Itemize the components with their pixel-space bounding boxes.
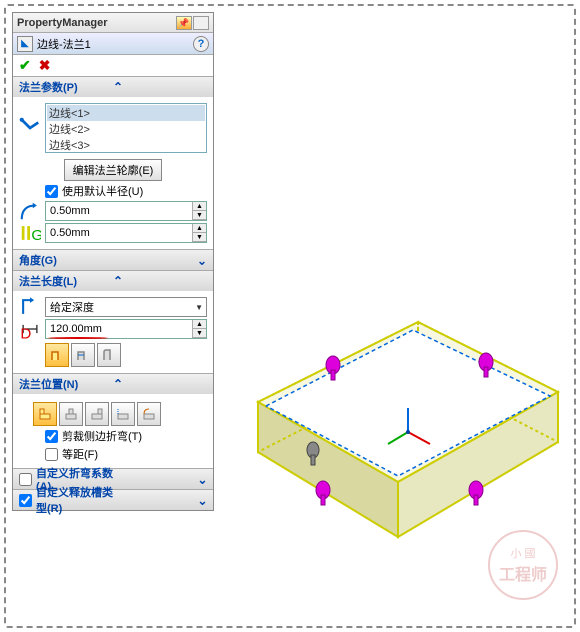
viewport-3d[interactable]: 小 國 工程师 [218,12,568,620]
spin-up[interactable]: ▲ [193,320,206,329]
gap-distance-icon: G [19,223,41,243]
pos-bend-tangent-button[interactable] [137,402,161,426]
pos-material-inside-button[interactable] [33,402,57,426]
edit-flange-profile-button[interactable]: 编辑法兰轮廓(E) [64,159,163,181]
panel-menu-icon[interactable] [193,16,209,30]
radius1-input[interactable]: ▲▼ [45,201,207,221]
chevron-down-icon: ⌃ [122,493,208,507]
section-header-position[interactable]: 法兰位置(N) ⌃ [13,374,213,394]
pm-title: PropertyManager [17,17,176,29]
cancel-button[interactable]: ✖ [39,57,51,74]
custom-bend-allowance-checkbox[interactable] [19,473,32,486]
length-ref-outer-button[interactable] [45,343,69,367]
pos-bend-outside-button[interactable] [85,402,109,426]
watermark: 小 國 工程师 [488,530,558,600]
spin-down[interactable]: ▼ [193,211,206,220]
edge-listbox[interactable]: 边线<1> 边线<2> 边线<3> [45,103,207,153]
equal-offset-checkbox[interactable] [45,448,58,461]
radius2-input[interactable]: ▲▼ [45,223,207,243]
chevron-down-icon: ⌃ [122,472,208,486]
pm-header: PropertyManager 📌 [13,13,213,33]
ok-button[interactable]: ✔ [19,57,31,74]
spin-down[interactable]: ▼ [193,329,206,338]
pos-virtual-sharp-button[interactable] [111,402,135,426]
trim-side-bends-checkbox[interactable] [45,430,58,443]
help-icon[interactable]: ? [193,36,209,52]
section-header-angle[interactable]: 角度(G) ⌃ [13,250,213,270]
bend-radius-icon [19,201,41,221]
chevron-down-icon: ⌃ [113,253,207,267]
pm-pin-buttons[interactable]: 📌 [176,16,209,30]
svg-text:D: D [20,326,31,340]
section-header-length[interactable]: 法兰长度(L) ⌃ [13,271,213,291]
edge-flange-icon: ◣ [17,36,33,52]
spin-down[interactable]: ▼ [193,233,206,242]
length-ref-tangent-button[interactable] [97,343,121,367]
annotation-mark [48,337,108,339]
feature-name-bar: ◣ 边线-法兰1 ? [13,33,213,55]
section-header-custom-relief[interactable]: 自定义释放槽类型(R) ⌃ [13,490,213,510]
length-dimension-icon: D [19,319,41,339]
end-condition-icon [19,297,41,317]
property-manager-panel: PropertyManager 📌 ◣ 边线-法兰1 ? ✔ ✖ 法兰参数(P)… [12,12,214,511]
use-default-radius-checkbox[interactable] [45,185,58,198]
length-value-input[interactable]: ▲▼ [45,319,207,339]
pos-material-outside-button[interactable] [59,402,83,426]
custom-relief-type-checkbox[interactable] [19,494,32,507]
length-ref-inner-button[interactable] [71,343,95,367]
svg-text:G: G [31,227,41,244]
chevron-up-icon: ⌃ [113,274,207,288]
chevron-up-icon: ⌃ [113,377,207,391]
pushpin-icon[interactable]: 📌 [176,16,192,30]
edge-select-icon [19,118,41,138]
end-condition-dropdown[interactable]: 给定深度 [45,297,207,317]
chevron-up-icon: ⌃ [113,80,207,94]
spin-up[interactable]: ▲ [193,202,206,211]
spin-up[interactable]: ▲ [193,224,206,233]
ok-cancel-bar: ✔ ✖ [13,55,213,77]
feature-name: 边线-法兰1 [37,36,91,52]
section-header-params[interactable]: 法兰参数(P) ⌃ [13,77,213,97]
